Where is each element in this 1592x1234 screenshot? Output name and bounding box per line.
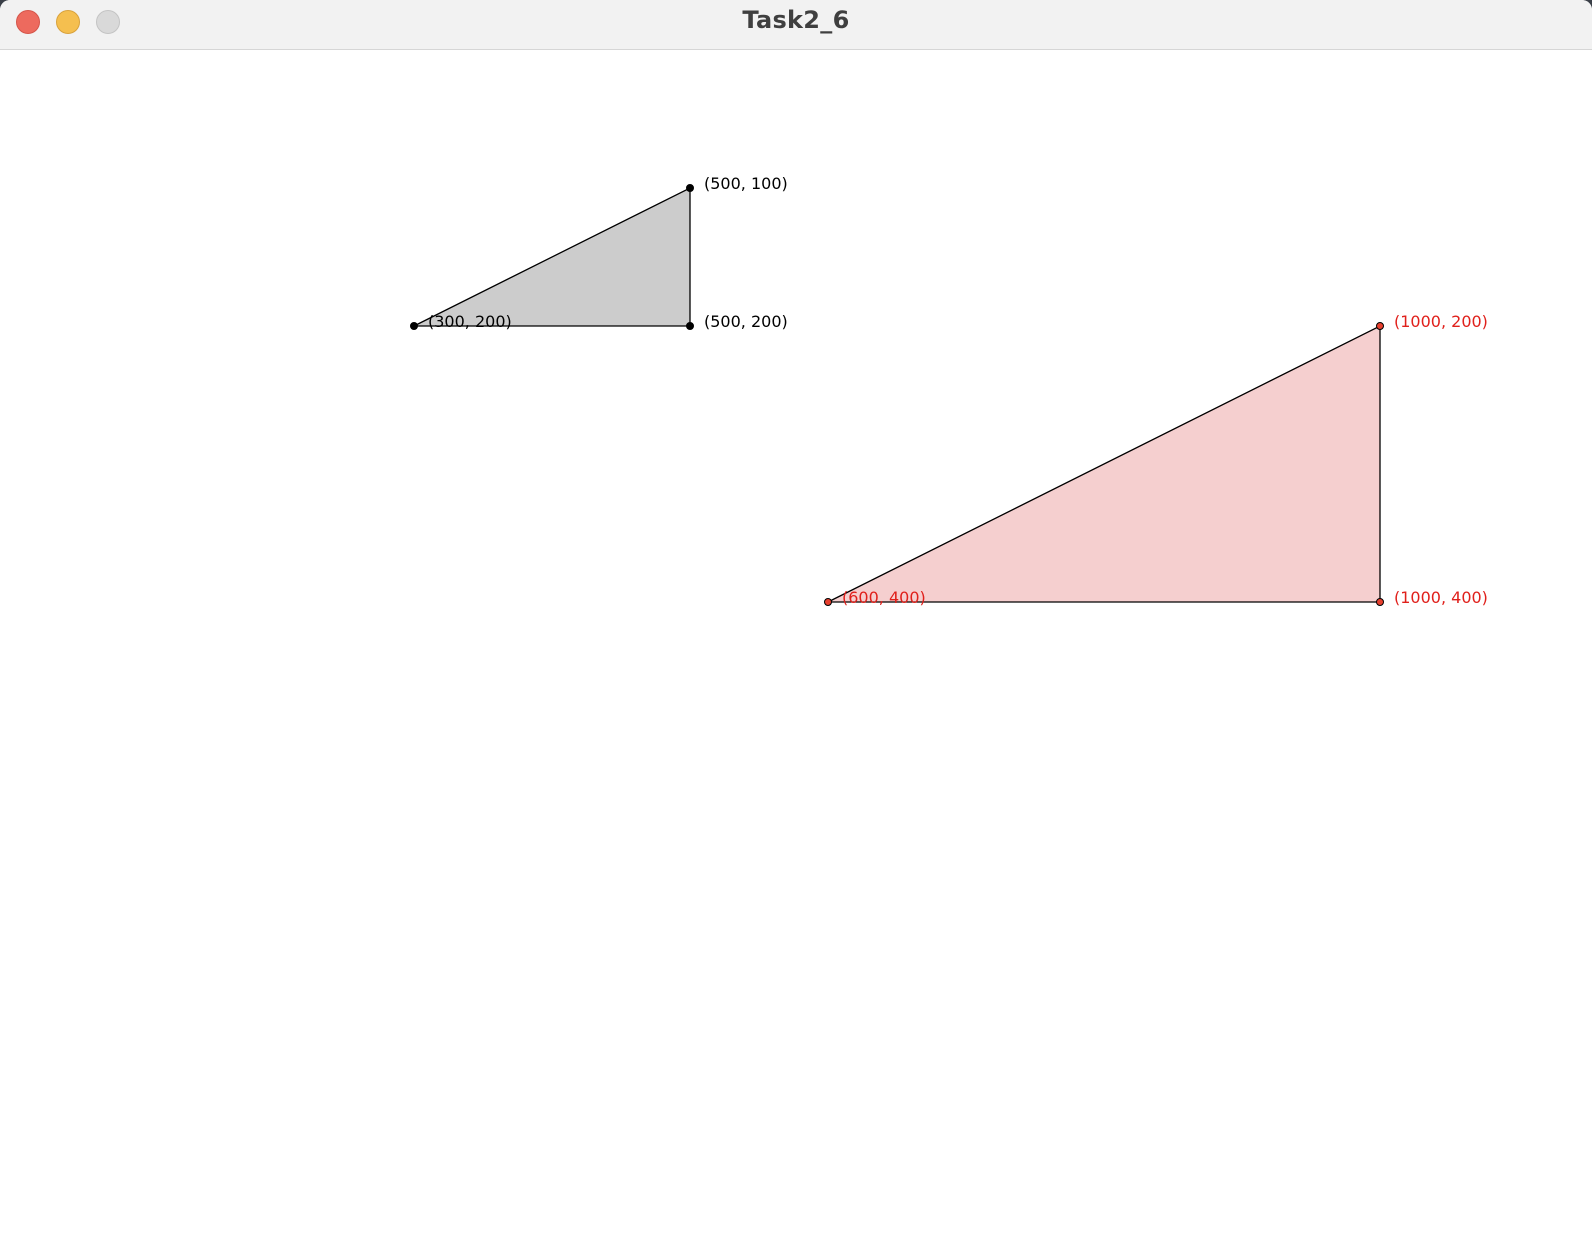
canvas-svg: (300, 200) (500, 100) (500, 200) (600, 4…	[410, 174, 1488, 607]
original-triangle-shape	[413, 186, 691, 327]
transformed-vertex-point	[1376, 598, 1384, 606]
original-vertex-point	[410, 322, 418, 330]
original-vertex-label: (500, 100)	[704, 174, 788, 193]
transformed-triangle: (600, 400) (1000, 200) (1000, 400)	[824, 312, 1488, 607]
drawing-canvas: (300, 200) (500, 100) (500, 200) (600, 4…	[0, 50, 1592, 1234]
title-bar[interactable]: Task2_6	[0, 0, 1592, 50]
transformed-vertex-point	[824, 598, 832, 606]
original-vertex-label: (300, 200)	[428, 312, 512, 331]
original-vertex-point	[686, 322, 694, 330]
original-vertex-label: (500, 200)	[704, 312, 788, 331]
transformed-vertex-label: (600, 400)	[842, 588, 926, 607]
window-title: Task2_6	[742, 6, 850, 34]
transformed-triangle-shape	[827, 324, 1381, 603]
transformed-vertex-label: (1000, 400)	[1394, 588, 1488, 607]
app-window: Task2_6 (300, 200) (500, 100) (500, 200)…	[0, 0, 1592, 1234]
transformed-vertex-point	[1376, 322, 1384, 330]
original-vertex-point	[686, 184, 694, 192]
transformed-vertex-label: (1000, 200)	[1394, 312, 1488, 331]
original-triangle: (300, 200) (500, 100) (500, 200)	[410, 174, 788, 331]
